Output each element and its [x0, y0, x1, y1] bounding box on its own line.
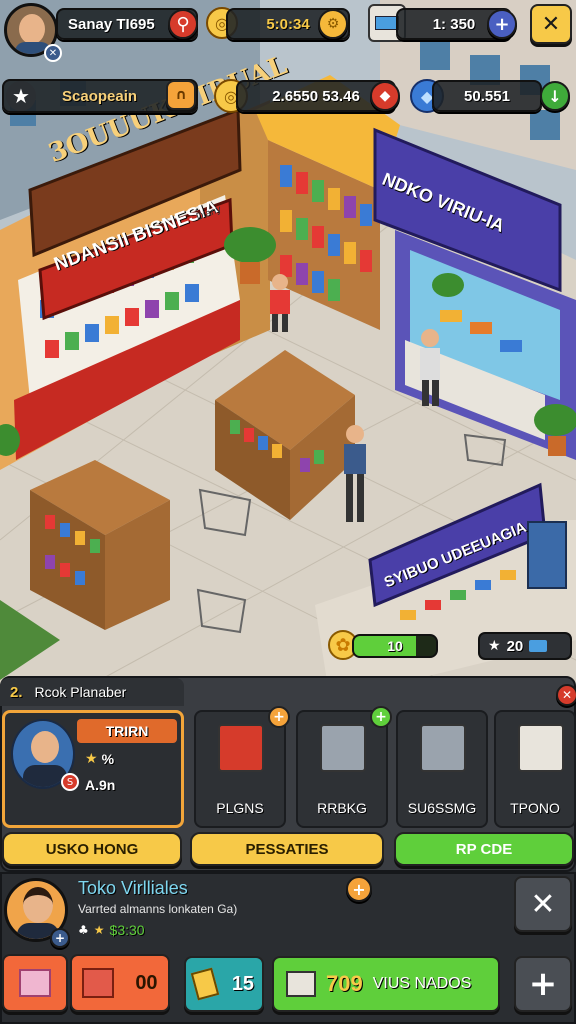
- panel-header: 2. Rcok Planaber: [0, 678, 184, 706]
- item-label: RRBKG: [317, 800, 367, 816]
- upgrade-button[interactable]: RP CDE: [394, 832, 574, 866]
- arrow-icon[interactable]: ↓: [540, 81, 570, 111]
- star-icon: ★: [85, 751, 98, 767]
- item-card[interactable]: + RRBKG: [296, 706, 392, 828]
- shopping-cart-icon: [420, 724, 466, 772]
- star-icon[interactable]: ★: [6, 81, 36, 111]
- box-icon: [286, 971, 316, 997]
- red-gem-icon[interactable]: ◆: [370, 81, 400, 111]
- stock-count-footer: 709: [326, 971, 363, 996]
- register-box-icon: [518, 724, 564, 772]
- store-plus-icon[interactable]: +: [50, 928, 70, 948]
- ticket-icon: [190, 967, 220, 1001]
- panel-close-icon[interactable]: ✕: [556, 684, 576, 706]
- card-icon: [529, 640, 548, 652]
- gift-box-button[interactable]: [2, 954, 68, 1012]
- close-button[interactable]: ✕: [530, 4, 572, 44]
- map-pin-icon[interactable]: ⚲: [168, 9, 198, 39]
- panel-level: 2.: [10, 683, 23, 701]
- player-name: Sanay TI695: [68, 15, 155, 33]
- hire-button[interactable]: USKO HONG: [2, 832, 182, 866]
- shop-label: Scaopeain: [62, 87, 138, 105]
- add-button[interactable]: +: [514, 956, 572, 1012]
- crate-count: 00: [135, 971, 158, 994]
- services-button[interactable]: PESSATIES: [190, 832, 384, 866]
- item-label: SU6SSMG: [407, 800, 477, 816]
- add-item-icon[interactable]: +: [268, 706, 290, 728]
- progress-bar: 10: [352, 634, 438, 658]
- store-price-row: ♣ ★ $3:30: [78, 922, 145, 938]
- item-label: PLGNS: [216, 800, 264, 816]
- crate-icon: [82, 968, 115, 998]
- item-card[interactable]: SU6SSMG: [396, 710, 488, 828]
- stock-count: 1: 350: [432, 15, 476, 33]
- bicycle-icon[interactable]: ⚙: [318, 9, 348, 39]
- rating-value: 20: [506, 637, 524, 655]
- manager-card[interactable]: TRIRN ★ % S A.9n: [2, 710, 184, 828]
- manager-name: TRIRN: [105, 723, 149, 739]
- stock-button[interactable]: 709 VIUS NADOS: [272, 956, 500, 1012]
- ticket-count: 15: [231, 972, 255, 995]
- avatar-remove-icon[interactable]: ✕: [44, 44, 62, 62]
- manager-stat-percent: ★ %: [85, 751, 115, 767]
- panel-title: Rcok Planaber: [34, 684, 127, 700]
- timer: 5:0:34: [266, 15, 310, 33]
- footer-close-button[interactable]: ✕: [514, 876, 572, 932]
- arch-icon[interactable]: ∩: [166, 80, 196, 110]
- ticket-button[interactable]: 15: [184, 956, 264, 1012]
- shopping-cart-icon: [320, 724, 366, 772]
- star-icon: ★: [488, 638, 501, 654]
- store-price: $3:30: [109, 922, 145, 938]
- progress-value: 10: [387, 638, 403, 654]
- gems: 50.551: [464, 87, 510, 105]
- stock-label: VIUS NADOS: [372, 975, 472, 992]
- add-item-icon[interactable]: +: [370, 706, 392, 728]
- footer-plus-icon[interactable]: +: [346, 876, 372, 902]
- item-card[interactable]: + PLGNS: [194, 706, 290, 828]
- manager-stat-value: A.9n: [85, 777, 116, 793]
- manager-name-band: TRIRN: [77, 719, 177, 743]
- store-name: Toko Virlliales: [78, 878, 188, 898]
- item-card[interactable]: TPONO: [494, 710, 576, 828]
- tag-icon: ♣: [78, 923, 89, 937]
- store-subtitle: Varrted almanns lonkaten Ga): [78, 902, 238, 916]
- manager-badge-icon: S: [61, 773, 79, 791]
- star-icon: ★: [93, 923, 105, 937]
- item-label: TPONO: [510, 800, 560, 816]
- plus-icon[interactable]: +: [487, 9, 517, 39]
- money: 2.6550 53.46: [272, 87, 360, 105]
- gift-box-icon: [19, 969, 51, 997]
- gems-bar: 50.551: [432, 80, 542, 112]
- rating-badge[interactable]: ★ 20: [478, 632, 572, 660]
- crate-button[interactable]: 00: [70, 954, 170, 1012]
- display-stand-icon: [218, 724, 264, 772]
